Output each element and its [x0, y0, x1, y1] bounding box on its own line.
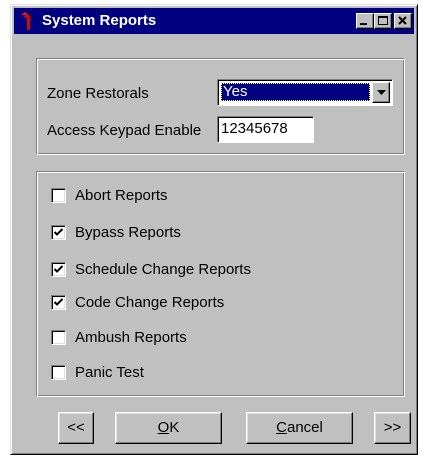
checkmark-icon — [53, 298, 64, 306]
checkmark-icon — [53, 228, 64, 236]
checkbox-label: Ambush Reports — [75, 329, 187, 346]
checkbox-box[interactable] — [51, 188, 66, 203]
settings-group: Zone Restorals Yes Access Keypad Enable … — [36, 58, 405, 155]
access-keypad-input[interactable]: 12345678 — [217, 116, 314, 143]
zone-restorals-select[interactable]: Yes — [217, 79, 393, 106]
title-bar[interactable]: System Reports — [14, 8, 414, 34]
next-button[interactable]: >> — [374, 412, 411, 444]
checkbox-box[interactable] — [51, 262, 66, 277]
red-arrow-app-icon — [21, 12, 32, 30]
minimize-icon — [360, 23, 367, 25]
checkbox-box[interactable] — [51, 330, 66, 345]
checkbox-label: Code Change Reports — [75, 294, 225, 311]
checkmark-icon — [53, 265, 64, 273]
previous-button[interactable]: << — [58, 412, 94, 444]
next-button-label: >> — [383, 419, 402, 436]
close-icon — [398, 16, 407, 25]
ok-button[interactable]: OK — [115, 412, 222, 444]
minimize-button[interactable] — [356, 13, 374, 29]
system-reports-window: System Reports Zone Restorals Yes Access… — [10, 4, 418, 455]
chevron-down-icon — [377, 90, 386, 95]
checkbox-box[interactable] — [51, 365, 66, 380]
checkbox-label: Abort Reports — [75, 187, 168, 204]
close-button[interactable] — [394, 13, 412, 29]
checkbox-label: Panic Test — [75, 364, 144, 381]
checkbox-box[interactable] — [51, 295, 66, 310]
maximize-button[interactable] — [374, 13, 392, 29]
dropdown-button[interactable] — [372, 82, 390, 103]
maximize-icon — [378, 16, 388, 25]
ok-button-label: OK — [157, 419, 180, 436]
checkbox-box[interactable] — [51, 225, 66, 240]
checkbox-label: Bypass Reports — [75, 224, 181, 241]
cancel-button-label: Cancel — [276, 419, 323, 436]
checkbox-label: Schedule Change Reports — [75, 261, 251, 278]
window-title: System Reports — [42, 12, 157, 29]
previous-button-label: << — [67, 419, 85, 436]
access-keypad-label: Access Keypad Enable — [47, 122, 202, 139]
zone-restorals-label: Zone Restorals — [47, 85, 149, 102]
cancel-button[interactable]: Cancel — [246, 412, 353, 444]
zone-restorals-value: Yes — [221, 83, 370, 101]
